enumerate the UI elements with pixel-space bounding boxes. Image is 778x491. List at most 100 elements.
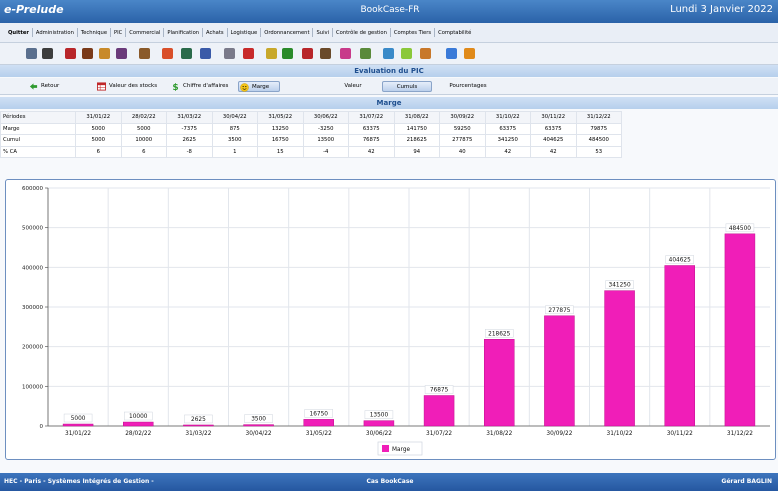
table-cell: 63375	[348, 122, 395, 135]
tool-icon-18[interactable]	[401, 48, 412, 59]
y-tick-label: 200000	[22, 345, 43, 351]
x-tick-label: 30/11/22	[667, 431, 693, 437]
tool-icon-17[interactable]	[383, 48, 394, 59]
table-cell: 63375	[484, 122, 531, 135]
table-cell: 42	[484, 145, 531, 158]
back-button-label: Retour	[41, 83, 60, 89]
table-cell: 42	[348, 145, 395, 158]
table-cell: 277875	[439, 134, 486, 147]
menu-separator	[202, 28, 204, 37]
data-label: 484500	[729, 226, 751, 232]
tool-icon-2[interactable]	[82, 48, 93, 59]
menu-item-10[interactable]: Contrôle de gestion	[334, 30, 389, 36]
menu-separator	[125, 28, 127, 37]
tool-icon-13[interactable]	[302, 48, 313, 59]
y-tick-label: 100000	[22, 384, 43, 390]
tool-icon-4[interactable]	[116, 48, 127, 59]
table-row: Cumul 5000 10000 2625 3500 16750 13500 76875 218…	[0, 134, 622, 147]
home-icon[interactable]	[464, 48, 475, 59]
revenue-button[interactable]: $ Chiffre d'affaires	[170, 81, 234, 92]
period-header: 31/03/22	[166, 111, 213, 124]
stock-table-icon	[97, 82, 106, 91]
data-label: 2625	[191, 417, 206, 423]
menu-item-9[interactable]: Suivi	[314, 30, 331, 36]
footer-left: HEC - Paris - Systèmes Intégrés de Gesti…	[4, 478, 154, 485]
bar-3	[183, 424, 214, 427]
smiley-icon	[240, 83, 249, 92]
revenue-label: Chiffre d'affaires	[183, 83, 229, 89]
tool-icon-7[interactable]	[181, 48, 192, 59]
menu-separator	[332, 28, 334, 37]
table-cell: 40	[439, 145, 486, 158]
table-cell: -4	[302, 145, 349, 158]
menu-item-6[interactable]: Achats	[204, 30, 226, 36]
tool-icon-14[interactable]	[320, 48, 331, 59]
table-cell: -8	[166, 145, 213, 158]
menu-item-4[interactable]: Commercial	[127, 30, 162, 36]
tool-icon-19[interactable]	[420, 48, 431, 59]
legend-swatch	[382, 445, 389, 452]
tool-icon-9[interactable]	[224, 48, 235, 59]
tool-icon-12[interactable]	[282, 48, 293, 59]
tool-icon-10[interactable]	[243, 48, 254, 59]
table-cell: 404625	[530, 134, 577, 147]
chart-panel: 0 100000 200000 300000 400000 500000 600000 500…	[5, 179, 776, 460]
stock-value-button[interactable]: Valeur des stocks	[96, 81, 164, 92]
menu-item-8[interactable]: Ordonnancement	[262, 30, 311, 36]
print-icon[interactable]	[42, 48, 53, 59]
subsection-title: Marge	[0, 97, 778, 109]
menu-item-7[interactable]: Logistique	[229, 30, 260, 36]
window-title: BookCase-FR	[360, 5, 420, 15]
margin-button[interactable]: Marge	[238, 81, 280, 92]
footer-center: Cas BookCase	[366, 478, 414, 485]
table-cell: -3250	[302, 122, 349, 135]
tool-icon-11[interactable]	[266, 48, 277, 59]
tool-icon-8[interactable]	[200, 48, 211, 59]
data-label: 277875	[548, 308, 570, 314]
menu-item-2[interactable]: Technique	[79, 30, 109, 36]
menu-item-5[interactable]: Planification	[165, 30, 201, 36]
back-arrow-icon	[29, 83, 38, 90]
menu-separator	[389, 28, 391, 37]
tool-icon-6[interactable]	[162, 48, 173, 59]
percentage-mode-button[interactable]: Pourcentages	[438, 81, 498, 92]
table-cell: 59250	[439, 122, 486, 135]
app-name: e-Prelude	[4, 3, 64, 16]
tool-icon-5[interactable]	[139, 48, 150, 59]
x-tick-label: 28/02/22	[125, 431, 151, 437]
tool-icon-16[interactable]	[360, 48, 371, 59]
x-tick-label: 31/03/22	[185, 431, 211, 437]
menu-item-1[interactable]: Administration	[34, 30, 76, 36]
menu-separator	[226, 28, 228, 37]
bar-2	[123, 421, 154, 427]
help-icon[interactable]	[446, 48, 457, 59]
menu-item-12[interactable]: Comptabilité	[436, 30, 473, 36]
menu-separator	[31, 28, 33, 37]
data-label: 5000	[71, 416, 86, 422]
menu-item-3[interactable]: PIC	[112, 30, 124, 36]
tool-icon-1[interactable]	[65, 48, 76, 59]
x-tick-label: 31/12/22	[727, 431, 753, 437]
period-header: 31/10/22	[484, 111, 531, 124]
status-bar: HEC - Paris - Systèmes Intégrés de Gesti…	[0, 473, 778, 491]
tool-icon-3[interactable]	[99, 48, 110, 59]
menu-item-0[interactable]: Quitter	[6, 30, 31, 36]
y-tick-label: 300000	[22, 305, 43, 311]
value-mode-button[interactable]: Valeur	[330, 81, 376, 92]
save-icon[interactable]	[26, 48, 37, 59]
period-header: 30/09/22	[439, 111, 486, 124]
table-cell: 79875	[575, 122, 622, 135]
table-cell: 94	[393, 145, 440, 158]
period-header: 30/11/22	[530, 111, 577, 124]
period-header: 30/04/22	[211, 111, 258, 124]
row-label: % CA	[0, 145, 76, 158]
menu-item-11[interactable]: Comptes Tiers	[392, 30, 433, 36]
tool-icon-15[interactable]	[340, 48, 351, 59]
row-label: Cumul	[0, 134, 76, 147]
table-cell: 5000	[75, 134, 122, 147]
cumulative-mode-button[interactable]: Cumuls	[382, 81, 432, 92]
y-tick-label: 600000	[22, 186, 43, 192]
x-tick-label: 31/05/22	[306, 431, 332, 437]
stock-value-label: Valeur des stocks	[109, 83, 158, 89]
back-button[interactable]: Retour	[28, 81, 68, 92]
